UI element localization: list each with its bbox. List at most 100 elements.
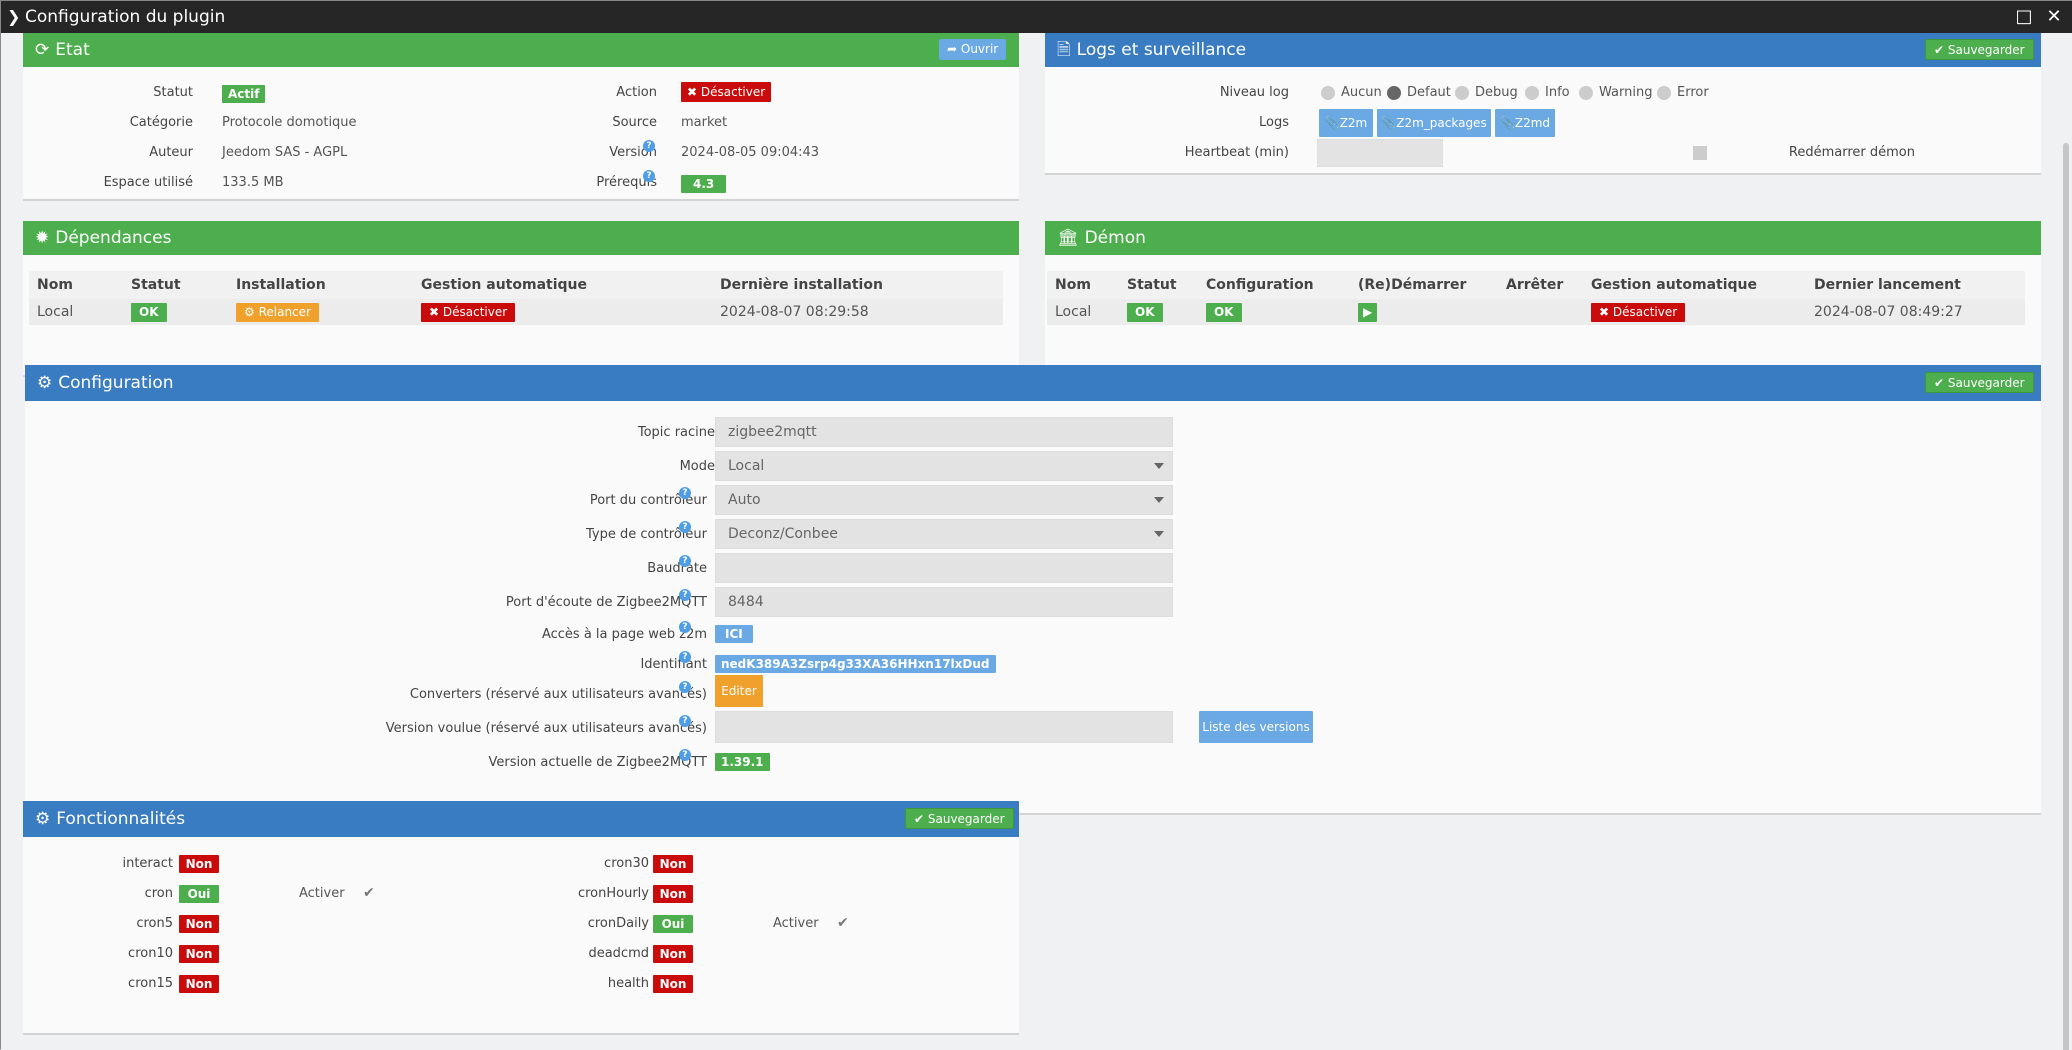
close-icon[interactable]: ✕ [2041,1,2067,33]
log-z2m-button[interactable]: 📎Z2m [1319,109,1373,137]
log-z2md-label: Z2md [1514,116,1551,130]
dependances-header: ✹ Dépendances [23,221,1019,255]
fonc-cronhourly-label: cronHourly [577,886,649,901]
help-icon[interactable]: ? [643,170,655,182]
times-icon: ✖ [1599,304,1613,319]
mode-select[interactable]: Local [715,451,1173,481]
desactiver-plugin-button[interactable]: ✖ Désactiver [681,82,772,102]
radio-error[interactable] [1657,86,1671,100]
col-arreter: Arrêter [1498,271,1583,299]
radio-aucun[interactable] [1321,86,1335,100]
logs-save-button[interactable]: ✔ Sauvegarder [1925,39,2034,60]
help-icon[interactable]: ? [679,715,691,727]
fonc-cron-activer-label: Activer [299,886,345,901]
dependances-panel: ✹ Dépendances Nom Statut Installation Ges… [23,221,1019,377]
level-debug-label: Debug [1475,85,1518,100]
fonc-cron-activer-checkbox[interactable]: ✔ [363,885,375,901]
espace-label: Espace utilisé [103,175,193,190]
dep-installation-cell: ⚙ Relancer [228,299,413,325]
relancer-button[interactable]: ⚙ Relancer [236,302,319,322]
play-icon: ▶ [1363,304,1373,319]
window-title: Configuration du plugin [25,7,226,27]
dep-statut-cell: OK [123,299,228,325]
cogs-icon: ⚙ [37,373,53,393]
vertical-scrollbar[interactable] [2063,143,2069,1050]
demon-nom: Local [1047,299,1119,325]
type-value: Deconz/Conbee [728,526,838,542]
help-icon[interactable]: ? [643,140,655,152]
web-ici-link[interactable]: ICI [715,625,753,643]
help-icon[interactable]: ? [679,749,691,761]
log-z2md-button[interactable]: 📎Z2md [1495,109,1555,137]
fonc-save-button[interactable]: ✔ Sauvegarder [905,808,1014,829]
check-circle-icon: ✔ [1934,43,1948,57]
log-z2m-packages-button[interactable]: 📎Z2m_packages [1377,109,1491,137]
liste-versions-button[interactable]: Liste des versions [1199,711,1313,743]
help-icon[interactable]: ? [679,589,691,601]
logs-panel: 🗎 Logs et surveillance ✔ Sauvegarder Nive… [1045,33,2041,175]
demon-title: Démon [1084,228,1146,248]
configuration-title: Configuration [58,373,174,393]
dep-nom: Local [29,299,123,325]
demon-table: Nom Statut Configuration (Re)Démarrer Ar… [1047,271,2025,325]
logs-title: Logs et surveillance [1076,40,1247,60]
share-icon: ➦ [947,42,961,56]
demon-start-button[interactable]: ▶ [1358,302,1378,322]
fonc-cron15-label: cron15 [128,976,173,991]
fonc-crondaily-activer-checkbox[interactable]: ✔ [837,915,849,931]
fonc-cron30-badge: Non [653,855,693,873]
help-icon[interactable]: ? [679,521,691,533]
restart-demon-checkbox[interactable] [1693,146,1707,160]
demon-restart-cell: ▶ [1350,299,1498,325]
baud-input[interactable] [715,553,1173,583]
heartbeat-input[interactable] [1317,139,1443,167]
demon-desactiver-button[interactable]: ✖ Désactiver [1591,302,1686,322]
radio-defaut[interactable] [1387,86,1401,100]
caret-down-icon [1154,463,1164,469]
statut-label: Statut [153,85,193,100]
version-actuelle-label: Version actuelle de Zigbee2MQTT [488,755,707,770]
topic-input[interactable]: zigbee2mqtt [715,417,1173,447]
auteur-label: Auteur [149,145,193,160]
help-icon[interactable]: ? [679,651,691,663]
paperclip-icon: 📎 [1499,116,1515,130]
radio-debug[interactable] [1455,86,1469,100]
ident-label: Identifiant [640,657,707,672]
editer-button[interactable]: Editer [715,675,763,707]
ecoute-input[interactable]: 8484 [715,587,1173,617]
converters-label: Converters (réservé aux utilisateurs ava… [409,687,707,702]
fonc-health-badge: Non [653,975,693,993]
type-select[interactable]: Deconz/Conbee [715,519,1173,549]
open-button[interactable]: ➦ Ouvrir [939,39,1007,60]
source-label: Source [612,115,657,130]
version-value: 2024-08-05 09:04:43 [681,145,820,160]
fonc-cron-badge: Oui [179,885,219,903]
version-voulue-label: Version voulue (réservé aux utilisateurs… [385,721,707,736]
radio-info[interactable] [1525,86,1539,100]
maximize-icon[interactable]: □ [2011,1,2037,33]
radio-warning[interactable] [1579,86,1593,100]
fonc-crondaily-activer-label: Activer [773,916,819,931]
help-icon[interactable]: ? [679,555,691,567]
fonctionnalites-panel: ⚙ Fonctionnalités ✔ Sauvegarder interact … [23,801,1019,1035]
table-row: Local OK OK ▶ ✖ Désactiver 2024-08-07 08… [1047,299,2025,325]
heartbeat-label: Heartbeat (min) [1184,145,1289,160]
help-icon[interactable]: ? [679,681,691,693]
ident-value: nedK389A3Zsrp4g33XA36HHxn17lxDud [715,655,996,673]
demon-desactiver-label: Désactiver [1612,304,1678,319]
help-icon[interactable]: ? [679,487,691,499]
dependances-title: Dépendances [55,228,172,248]
auteur-value: Jeedom SAS - AGPL [222,145,348,160]
demon-statut-cell: OK [1119,299,1198,325]
col-statut: Statut [1119,271,1198,299]
dep-desactiver-button[interactable]: ✖ Désactiver [421,302,516,322]
statut-badge: Actif [222,85,266,103]
config-save-button[interactable]: ✔ Sauvegarder [1925,372,2034,393]
version-voulue-input[interactable] [715,711,1173,743]
version-actuelle-badge: 1.39.1 [715,753,770,771]
demon-header: 🏛 Démon [1045,221,2041,255]
port-select[interactable]: Auto [715,485,1173,515]
chevron-right-icon: ❯ [7,7,21,26]
help-icon[interactable]: ? [679,621,691,633]
source-value: market [681,115,728,130]
